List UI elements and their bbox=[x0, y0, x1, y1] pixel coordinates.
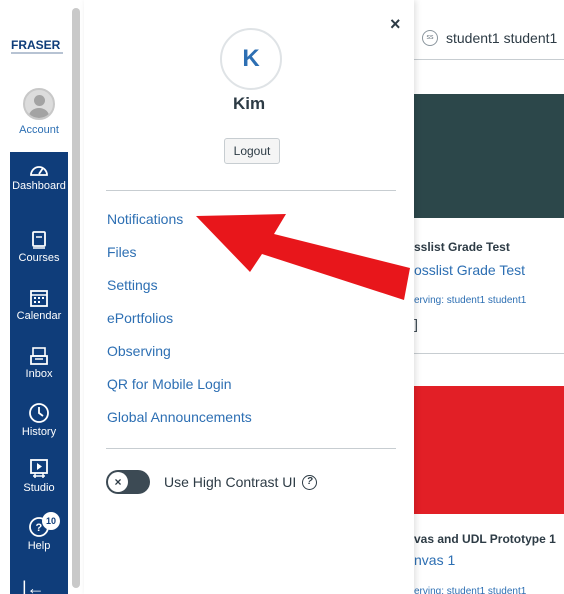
nav-item-calendar[interactable]: Calendar bbox=[10, 288, 68, 323]
divider bbox=[106, 448, 396, 449]
high-contrast-label: Use High Contrast UI bbox=[164, 474, 297, 490]
divider bbox=[106, 190, 396, 191]
collapse-nav-icon[interactable]: |← bbox=[22, 578, 45, 594]
observer-avatar-icon: ss bbox=[422, 30, 438, 46]
link-qr-mobile-login[interactable]: QR for Mobile Login bbox=[107, 373, 252, 406]
nav-label-calendar: Calendar bbox=[16, 310, 62, 322]
profile-tray: × K Kim Logout Notifications Files Setti… bbox=[84, 0, 414, 594]
dashboard-icon bbox=[30, 166, 48, 176]
nav-label-courses: Courses bbox=[18, 252, 60, 264]
card2-link[interactable]: nvas 1 bbox=[414, 552, 564, 568]
logo-text: FRASER bbox=[11, 38, 61, 52]
nav-label-history: History bbox=[21, 426, 57, 438]
nav-item-courses[interactable]: Courses bbox=[10, 230, 68, 265]
course-card-image-2[interactable] bbox=[414, 386, 564, 514]
help-notification-badge: 10 bbox=[42, 512, 60, 530]
account-label: Account bbox=[19, 124, 59, 136]
calendar-icon bbox=[30, 290, 48, 307]
card1-observing: erving: student1 student1 bbox=[414, 295, 527, 306]
link-settings[interactable]: Settings bbox=[107, 274, 252, 307]
link-global-announcements[interactable]: Global Announcements bbox=[107, 406, 252, 439]
account-nav-item[interactable]: Account bbox=[10, 88, 68, 136]
card2-observing: erving: student1 student1 bbox=[414, 586, 527, 594]
nav-item-dashboard[interactable]: Dashboard bbox=[10, 160, 68, 193]
help-info-icon[interactable]: ? bbox=[302, 474, 318, 490]
avatar bbox=[23, 88, 55, 120]
profile-links: Notifications Files Settings ePortfolios… bbox=[107, 208, 252, 439]
link-eportfolios[interactable]: ePortfolios bbox=[107, 307, 252, 340]
user-avatar: K bbox=[220, 28, 282, 90]
logout-button[interactable]: Logout bbox=[224, 138, 280, 164]
inbox-icon bbox=[30, 347, 48, 365]
high-contrast-toggle[interactable]: × bbox=[106, 470, 150, 494]
link-files[interactable]: Files bbox=[107, 241, 252, 274]
link-notifications[interactable]: Notifications bbox=[107, 208, 252, 241]
high-contrast-row: × Use High Contrast UI ? bbox=[106, 470, 318, 494]
card2-title: vas and UDL Prototype 1 bbox=[414, 532, 556, 546]
history-icon bbox=[29, 403, 49, 423]
nav-label-studio: Studio bbox=[23, 482, 55, 494]
courses-icon bbox=[32, 231, 46, 249]
studio-icon bbox=[30, 459, 48, 478]
nav-label-inbox: Inbox bbox=[25, 368, 53, 380]
card1-link[interactable]: osslist Grade Test bbox=[414, 262, 564, 278]
card1-extra: ] bbox=[414, 316, 418, 332]
nav-label-help: Help bbox=[27, 540, 51, 552]
nav-label-dashboard: Dashboard bbox=[12, 180, 66, 192]
scrollbar[interactable] bbox=[72, 8, 80, 588]
link-observing[interactable]: Observing bbox=[107, 340, 252, 373]
nav-item-studio[interactable]: Studio bbox=[10, 458, 68, 495]
course-card-image-1[interactable] bbox=[414, 94, 564, 218]
nav-item-history[interactable]: History bbox=[10, 402, 68, 439]
svg-text:?: ? bbox=[36, 522, 43, 534]
close-icon[interactable]: × bbox=[390, 14, 401, 35]
user-name: Kim bbox=[232, 94, 266, 113]
toggle-off-icon: × bbox=[108, 472, 128, 492]
card1-title: sslist Grade Test bbox=[414, 240, 510, 254]
observer-select[interactable]: student1 student1 bbox=[446, 30, 557, 46]
fraser-logo[interactable]: FRASER bbox=[10, 36, 68, 58]
nav-item-help[interactable]: ? 10 Help bbox=[10, 512, 68, 553]
nav-item-inbox[interactable]: Inbox bbox=[10, 346, 68, 381]
